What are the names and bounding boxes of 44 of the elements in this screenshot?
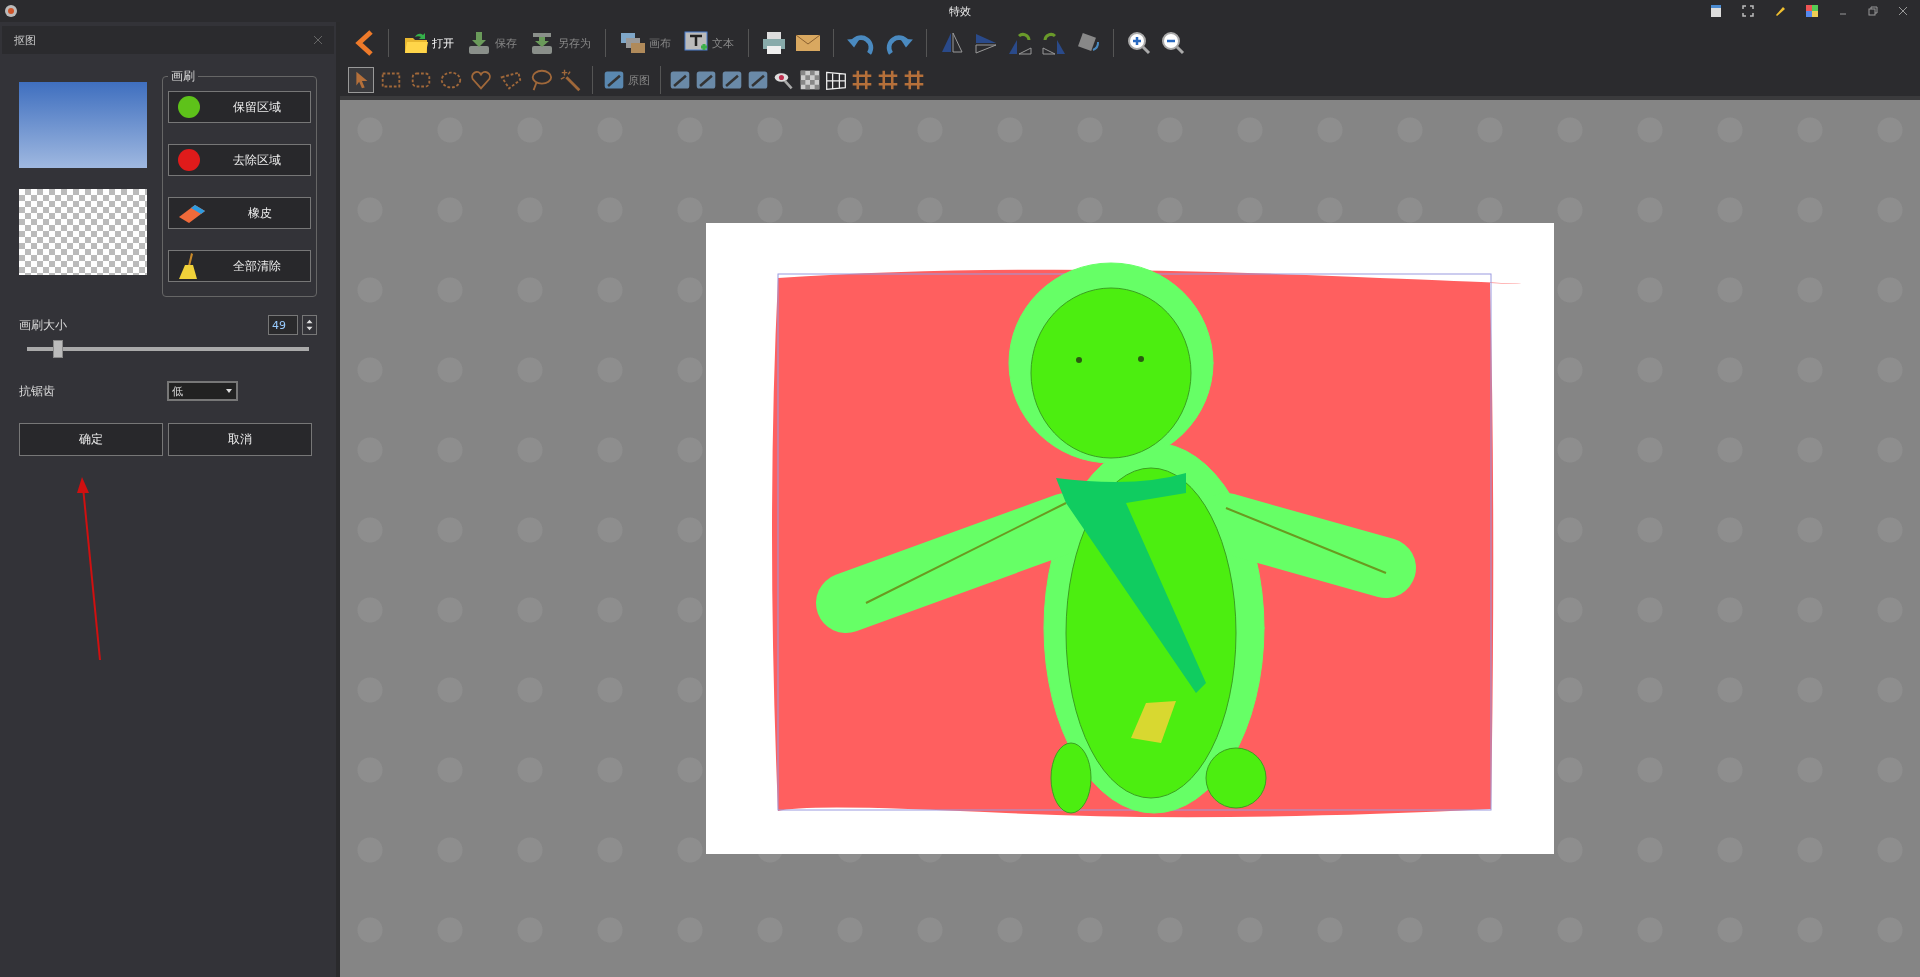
dropdown[interactable]: 低 [167,381,238,401]
rotate-right-icon[interactable] [1041,30,1067,56]
fullscreen-icon[interactable] [1742,5,1754,17]
slider-thumb[interactable] [53,340,63,358]
group-title: 画刷 [170,68,196,85]
picture-icon[interactable] [695,69,717,91]
checkerboard-icon[interactable] [799,69,821,91]
palette-icon[interactable] [1806,5,1818,17]
printer-icon[interactable] [761,30,787,56]
close-icon[interactable] [314,36,322,44]
pencil-icon[interactable] [1774,5,1786,17]
brush-button[interactable]: 橡皮 [168,197,311,229]
document-icon[interactable] [1710,4,1722,18]
spin-arrows-icon[interactable] [302,315,317,335]
number-field[interactable]: 49 [268,315,298,335]
close-icon[interactable] [1898,6,1908,16]
flip-horizontal-icon[interactable] [939,30,965,56]
zoom-in-icon[interactable] [1126,30,1152,56]
picture-icon[interactable] [603,69,625,91]
pointer-icon[interactable] [348,67,374,93]
hash-icon[interactable] [903,69,925,91]
panel-title: 抠图 [14,32,36,48]
window-title: 特效 [949,3,971,19]
toolbar-button[interactable]: 打开 [401,28,456,58]
caret-icon [225,388,233,394]
hash-icon[interactable] [877,69,899,91]
zoom-out-icon[interactable] [1160,30,1186,56]
restore-icon[interactable] [1868,6,1878,16]
brush-button[interactable]: 全部清除 [168,250,311,282]
toolbar-button[interactable]: 原图 [601,67,652,93]
dialog-button[interactable]: 确定 [19,423,163,456]
hash-icon[interactable] [851,69,873,91]
field-label: 画刷大小 [19,316,67,334]
picture-icon[interactable] [747,69,769,91]
brush-button[interactable]: 保留区域 [168,91,311,123]
field-label: 抗锯齿 [19,382,56,400]
rotate-left-icon[interactable] [1007,30,1033,56]
picture-icon[interactable] [721,69,743,91]
remove-dot-icon [177,148,201,172]
keep-dot-icon [177,95,201,119]
picture-icon[interactable] [669,69,691,91]
brush-button[interactable]: 去除区域 [168,144,311,176]
dialog-button[interactable]: 取消 [168,423,312,456]
perspective-grid-icon[interactable] [825,69,847,91]
